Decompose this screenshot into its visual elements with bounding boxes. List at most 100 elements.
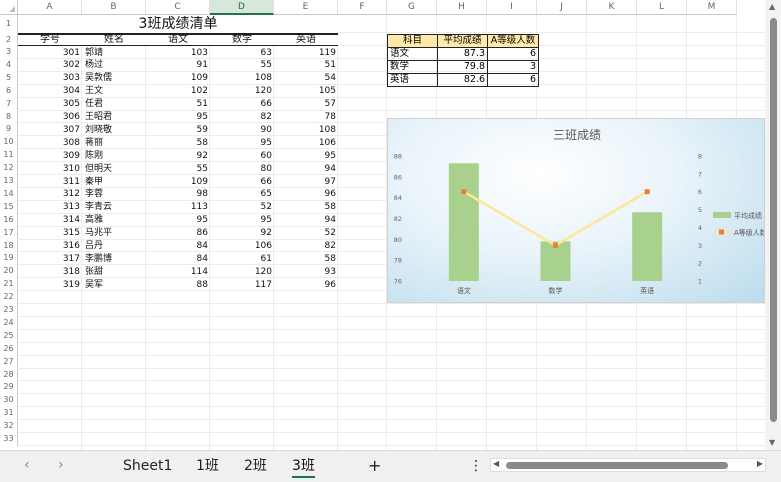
- student-id-cell[interactable]: 310: [18, 163, 80, 175]
- math-score-cell[interactable]: 60: [210, 150, 272, 162]
- english-score-cell[interactable]: 54: [274, 72, 336, 84]
- math-score-cell[interactable]: 95: [210, 214, 272, 226]
- math-score-cell[interactable]: 82: [210, 111, 272, 123]
- student-id-cell[interactable]: 314: [18, 214, 80, 226]
- column-header[interactable]: J: [537, 0, 587, 15]
- column-header[interactable]: C: [146, 0, 210, 15]
- row-header[interactable]: 22: [0, 291, 18, 304]
- student-id-cell[interactable]: 302: [18, 59, 80, 71]
- chinese-score-cell[interactable]: 59: [146, 124, 208, 136]
- chinese-score-cell[interactable]: 95: [146, 111, 208, 123]
- stats-a-count[interactable]: 3: [487, 60, 539, 74]
- stats-avg[interactable]: 82.6: [437, 73, 488, 87]
- row-header[interactable]: 13: [0, 175, 18, 188]
- student-name-cell[interactable]: 张甜: [85, 266, 145, 278]
- student-id-cell[interactable]: 308: [18, 137, 80, 149]
- math-score-cell[interactable]: 117: [210, 279, 272, 291]
- english-score-cell[interactable]: 78: [274, 111, 336, 123]
- row-header[interactable]: 27: [0, 355, 18, 369]
- stats-subject[interactable]: 英语: [387, 73, 438, 87]
- student-name-cell[interactable]: 蒋丽: [85, 137, 145, 149]
- english-score-cell[interactable]: 95: [274, 150, 336, 162]
- student-name-cell[interactable]: 李鹏博: [85, 253, 145, 265]
- math-score-cell[interactable]: 92: [210, 227, 272, 239]
- math-score-cell[interactable]: 65: [210, 188, 272, 200]
- tab-class-3[interactable]: 3班: [292, 456, 315, 478]
- header-math[interactable]: 数学: [210, 33, 274, 46]
- student-id-cell[interactable]: 305: [18, 98, 80, 110]
- student-name-cell[interactable]: 但明天: [85, 163, 145, 175]
- english-score-cell[interactable]: 58: [274, 253, 336, 265]
- english-score-cell[interactable]: 58: [274, 201, 336, 213]
- chinese-score-cell[interactable]: 103: [146, 47, 208, 59]
- row-header[interactable]: 7: [0, 97, 18, 111]
- stats-table[interactable]: 科目 平均成绩 A等级人数 语文 87.3 6 数学 79.8 3 英语 82.…: [387, 34, 539, 87]
- math-score-cell[interactable]: 108: [210, 72, 272, 84]
- column-header[interactable]: L: [637, 0, 687, 15]
- chinese-score-cell[interactable]: 102: [146, 85, 208, 97]
- student-name-cell[interactable]: 吕丹: [85, 240, 145, 252]
- student-name-cell[interactable]: 马兆平: [85, 227, 145, 239]
- stats-avg[interactable]: 87.3: [437, 47, 488, 61]
- column-header[interactable]: I: [487, 0, 537, 15]
- column-header[interactable]: F: [338, 0, 387, 15]
- student-id-cell[interactable]: 301: [18, 47, 80, 59]
- row-header[interactable]: 5: [0, 71, 18, 85]
- column-header[interactable]: M: [687, 0, 737, 15]
- row-header[interactable]: 26: [0, 342, 18, 356]
- row-header[interactable]: 2: [0, 33, 18, 46]
- scroll-right-icon[interactable]: ▶: [757, 459, 763, 468]
- vertical-scrollbar[interactable]: ▲ ▼: [765, 0, 781, 450]
- english-score-cell[interactable]: 105: [274, 85, 336, 97]
- column-header[interactable]: E: [274, 0, 338, 15]
- chinese-score-cell[interactable]: 109: [146, 72, 208, 84]
- math-score-cell[interactable]: 66: [210, 176, 272, 188]
- column-header[interactable]: B: [82, 0, 146, 15]
- row-header[interactable]: 33: [0, 433, 18, 446]
- row-header[interactable]: 9: [0, 123, 18, 137]
- math-score-cell[interactable]: 66: [210, 98, 272, 110]
- row-header[interactable]: 10: [0, 136, 18, 150]
- english-score-cell[interactable]: 52: [274, 227, 336, 239]
- student-id-cell[interactable]: 307: [18, 124, 80, 136]
- column-header[interactable]: D: [210, 0, 274, 15]
- student-name-cell[interactable]: 杨过: [85, 59, 145, 71]
- student-name-cell[interactable]: 任君: [85, 98, 145, 110]
- math-score-cell[interactable]: 80: [210, 163, 272, 175]
- tab-sheet1[interactable]: Sheet1: [123, 456, 172, 476]
- row-header[interactable]: 3: [0, 46, 18, 59]
- student-id-cell[interactable]: 315: [18, 227, 80, 239]
- math-score-cell[interactable]: 63: [210, 47, 272, 59]
- header-english[interactable]: 英语: [274, 33, 338, 46]
- scroll-left-icon[interactable]: ◀: [493, 459, 499, 468]
- chinese-score-cell[interactable]: 84: [146, 253, 208, 265]
- english-score-cell[interactable]: 96: [274, 279, 336, 291]
- tab-class-1[interactable]: 1班: [196, 456, 219, 476]
- row-header[interactable]: 4: [0, 58, 18, 72]
- header-name[interactable]: 姓名: [82, 33, 146, 46]
- chinese-score-cell[interactable]: 113: [146, 201, 208, 213]
- horizontal-scroll-thumb[interactable]: [506, 462, 728, 469]
- chinese-score-cell[interactable]: 51: [146, 98, 208, 110]
- sheet-title-cell[interactable]: 3班成绩清单: [18, 15, 338, 33]
- student-name-cell[interactable]: 郭靖: [85, 47, 145, 59]
- student-name-cell[interactable]: 陈刚: [85, 150, 145, 162]
- row-header[interactable]: 8: [0, 110, 18, 124]
- header-student-id[interactable]: 学号: [18, 33, 82, 46]
- row-header[interactable]: 23: [0, 304, 18, 317]
- row-header[interactable]: 25: [0, 329, 18, 343]
- english-score-cell[interactable]: 94: [274, 214, 336, 226]
- english-score-cell[interactable]: 106: [274, 137, 336, 149]
- row-header[interactable]: 11: [0, 149, 18, 163]
- stats-subject[interactable]: 数学: [387, 60, 438, 74]
- row-header[interactable]: 16: [0, 213, 18, 227]
- add-sheet-icon[interactable]: +: [368, 456, 381, 476]
- student-id-cell[interactable]: 316: [18, 240, 80, 252]
- tab-class-2[interactable]: 2班: [244, 456, 267, 476]
- scroll-down-icon[interactable]: ▼: [769, 438, 775, 447]
- row-header[interactable]: 6: [0, 84, 18, 98]
- student-name-cell[interactable]: 王昭君: [85, 111, 145, 123]
- student-id-cell[interactable]: 312: [18, 188, 80, 200]
- student-id-cell[interactable]: 306: [18, 111, 80, 123]
- chinese-score-cell[interactable]: 86: [146, 227, 208, 239]
